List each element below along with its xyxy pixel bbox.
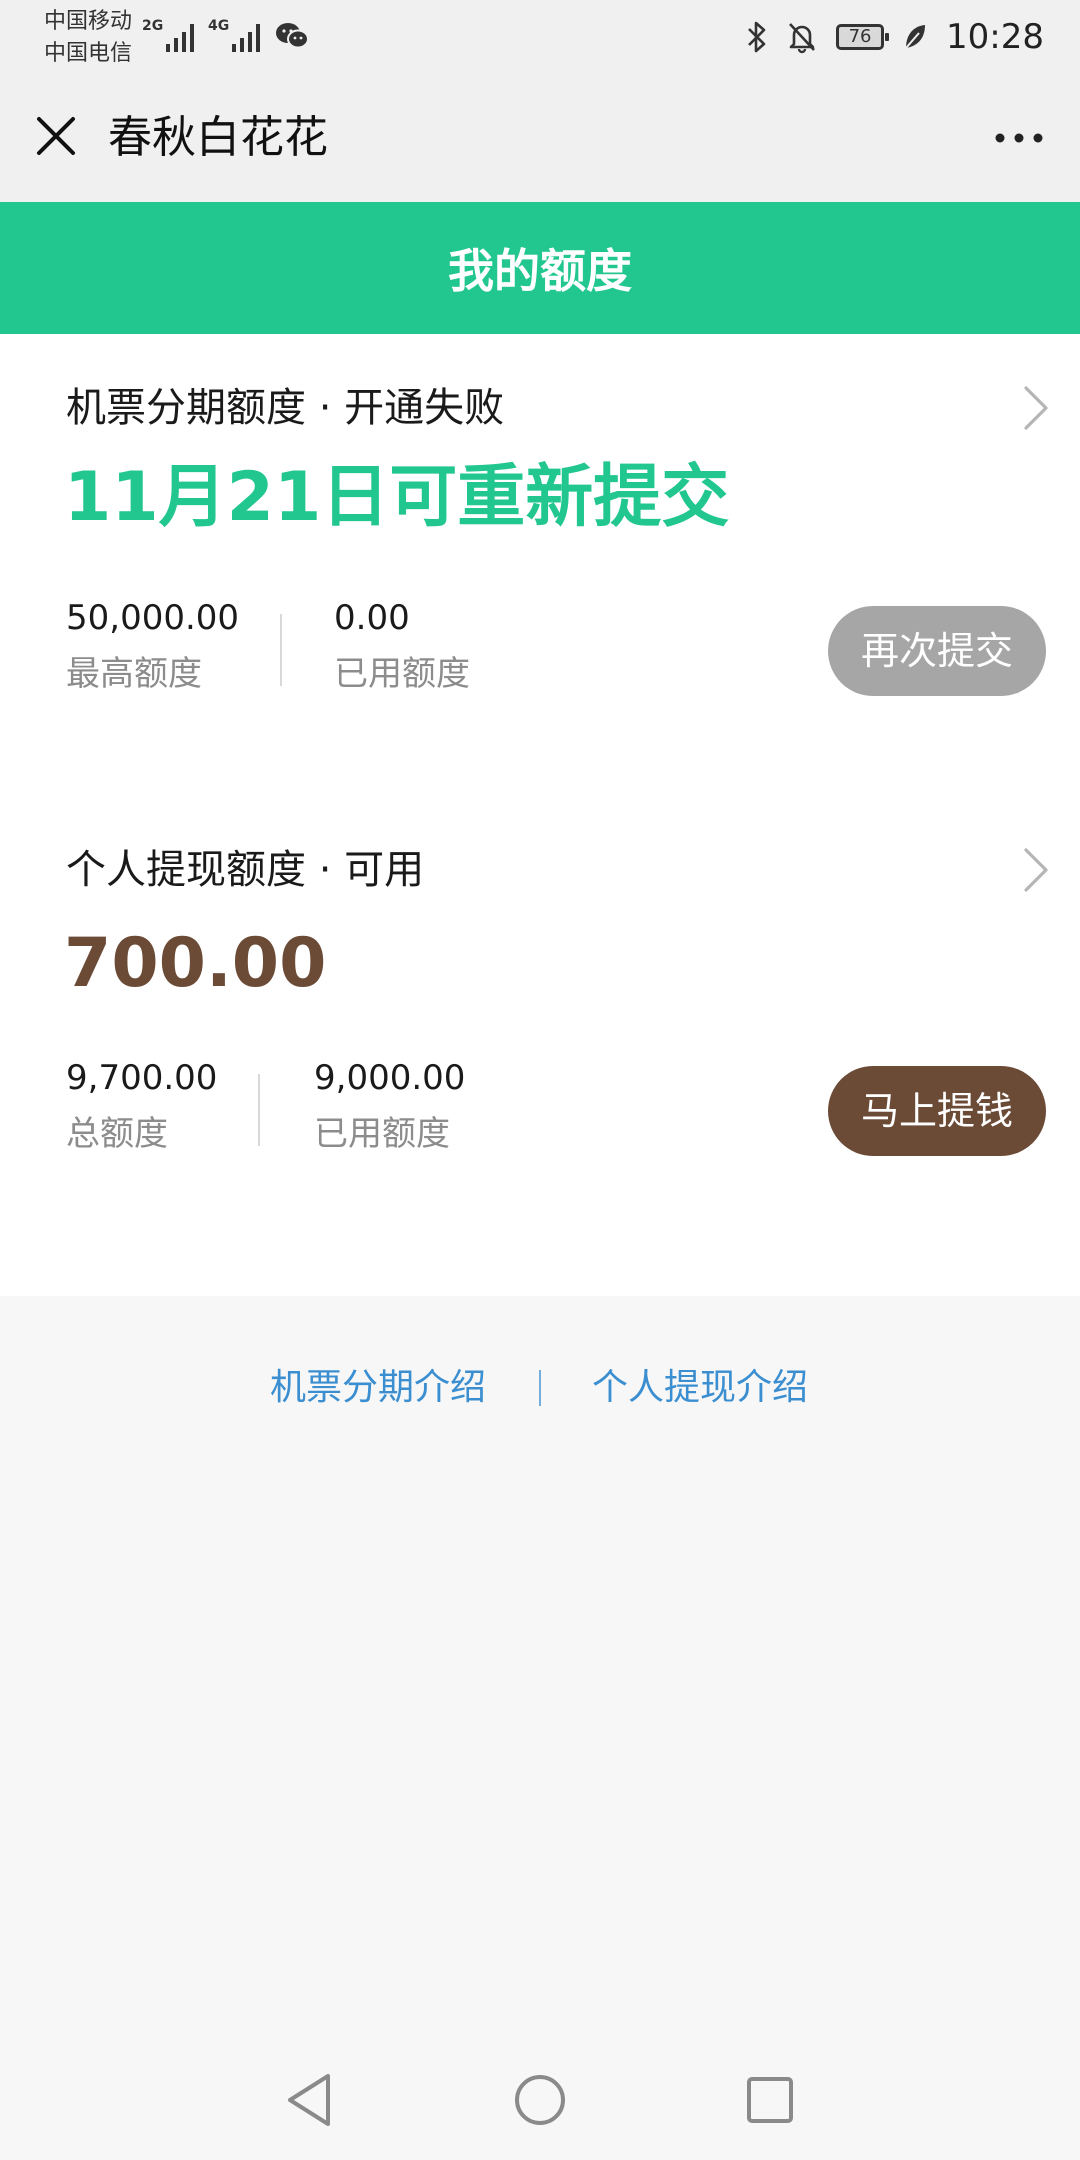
- title-bar: 春秋白花花: [0, 74, 1080, 202]
- more-icon[interactable]: [994, 132, 1044, 144]
- max-quota-label: 最高额度: [66, 654, 202, 694]
- withdraw-now-button[interactable]: 马上提钱: [828, 1066, 1046, 1156]
- carrier-labels: 中国移动 中国电信: [44, 6, 132, 70]
- total-quota: 9,700.00 总额度: [66, 1058, 217, 1154]
- card-label: 机票分期额度 · 开通失败: [66, 385, 505, 431]
- footer-links: 机票分期介绍 个人提现介绍: [0, 1364, 1080, 1412]
- clock: 10:28: [946, 17, 1044, 57]
- footer-divider: [539, 1370, 541, 1406]
- available-amount: 700.00: [64, 924, 327, 1003]
- used-quota-value: 0.00: [334, 598, 410, 638]
- net-type-2: 4G: [208, 18, 230, 34]
- max-quota: 50,000.00 最高额度: [66, 598, 239, 694]
- personal-withdrawal-intro-link[interactable]: 个人提现介绍: [592, 1364, 808, 1412]
- flight-installment-card[interactable]: 机票分期额度 · 开通失败 11月21日可重新提交 50,000.00 最高额度…: [0, 334, 1080, 794]
- flight-installment-intro-link[interactable]: 机票分期介绍: [270, 1364, 486, 1412]
- used-quota-label: 已用额度: [314, 1114, 450, 1154]
- resubmit-date: 11月21日可重新提交: [64, 458, 730, 537]
- total-quota-value: 9,700.00: [66, 1058, 218, 1098]
- stat-divider: [258, 1074, 260, 1146]
- leaf-icon: [905, 25, 926, 49]
- signal-2g-icon: 2G: [142, 18, 202, 54]
- personal-withdrawal-card[interactable]: 个人提现额度 · 可用 700.00 9,700.00 总额度 9,000.00…: [0, 796, 1080, 1256]
- carrier-1: 中国移动: [44, 9, 133, 34]
- carrier-2: 中国电信: [44, 41, 133, 66]
- net-type-1: 2G: [142, 18, 164, 34]
- home-icon[interactable]: [510, 2070, 570, 2130]
- battery-indicator: 76: [836, 24, 890, 50]
- card-label: 个人提现额度 · 可用: [66, 847, 425, 893]
- total-quota-label: 总额度: [66, 1114, 168, 1154]
- quota-header: 我的额度: [0, 202, 1080, 334]
- bluetooth-icon: [748, 21, 766, 53]
- back-icon[interactable]: [280, 2070, 340, 2130]
- header-title: 我的额度: [448, 244, 632, 298]
- chevron-right-icon[interactable]: [1022, 846, 1050, 894]
- used-quota: 0.00 已用额度: [334, 598, 470, 694]
- max-quota-value: 50,000.00: [66, 598, 240, 638]
- used-quota: 9,000.00 已用额度: [314, 1058, 465, 1154]
- used-quota-label: 已用额度: [334, 654, 470, 694]
- recent-apps-icon[interactable]: [740, 2070, 800, 2130]
- bell-off-icon: [789, 23, 815, 54]
- used-quota-value: 9,000.00: [314, 1058, 466, 1098]
- page-title: 春秋白花花: [108, 112, 328, 163]
- card-area: 机票分期额度 · 开通失败 11月21日可重新提交 50,000.00 最高额度…: [0, 334, 1080, 1296]
- resubmit-button[interactable]: 再次提交: [828, 606, 1046, 696]
- stat-divider: [280, 614, 282, 686]
- wechat-icon: [276, 23, 309, 49]
- signal-4g-icon: 4G: [208, 18, 272, 54]
- close-icon[interactable]: [34, 114, 78, 158]
- system-nav-bar: [0, 2040, 1080, 2160]
- status-bar: 中国移动 中国电信 2G 4G 76 10:28: [0, 0, 1080, 74]
- chevron-right-icon[interactable]: [1022, 384, 1050, 432]
